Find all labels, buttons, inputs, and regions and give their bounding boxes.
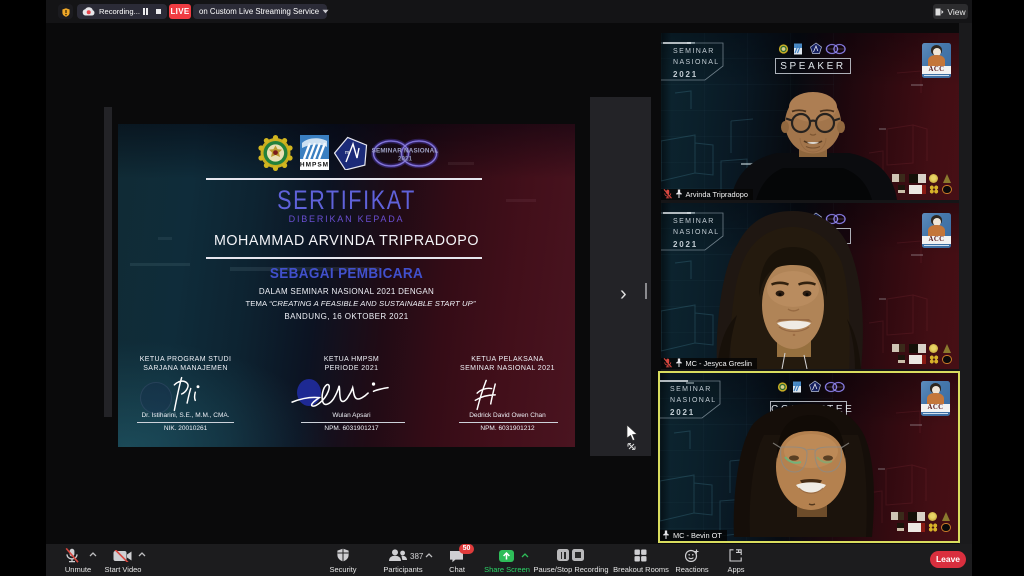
svg-text:SEMINAR NASIONAL: SEMINAR NASIONAL xyxy=(372,148,439,155)
svg-text:HMPSM: HMPSM xyxy=(300,162,329,169)
svg-text:2021: 2021 xyxy=(398,156,413,163)
svg-text:m: m xyxy=(345,150,349,156)
